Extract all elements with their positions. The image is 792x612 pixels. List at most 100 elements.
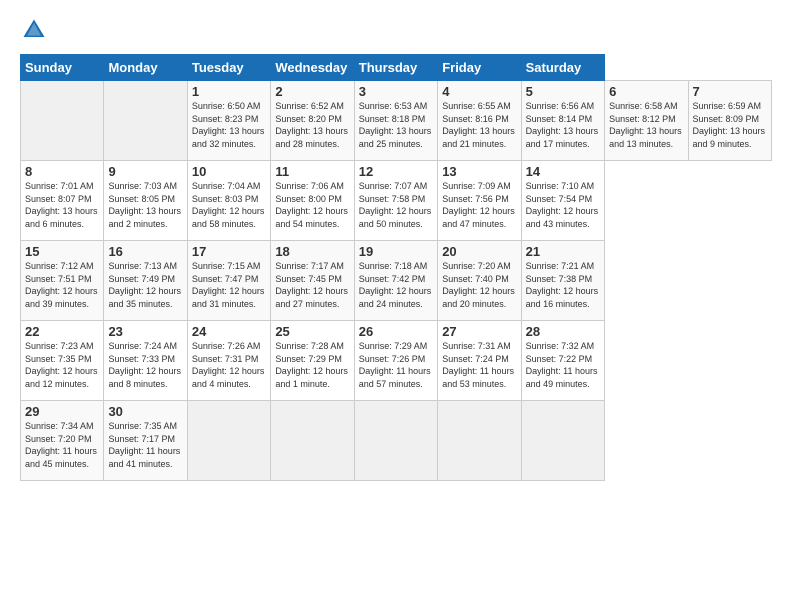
empty-cell [354,401,437,481]
day-cell-28: 28 Sunrise: 7:32 AMSunset: 7:22 PMDayligh… [521,321,604,401]
logo [20,16,52,44]
day-header-thursday: Thursday [354,55,437,81]
day-number: 1 [192,84,266,99]
day-number: 17 [192,244,266,259]
day-cell-6: 6 Sunrise: 6:58 AMSunset: 8:12 PMDaylight… [605,81,688,161]
day-cell-30: 30 Sunrise: 7:35 AMSunset: 7:17 PMDayligh… [104,401,187,481]
day-cell-27: 27 Sunrise: 7:31 AMSunset: 7:24 PMDayligh… [438,321,521,401]
day-number: 15 [25,244,99,259]
day-number: 7 [693,84,768,99]
day-number: 16 [108,244,182,259]
day-info: Sunrise: 7:18 AMSunset: 7:42 PMDaylight:… [359,261,432,309]
week-row-5: 29Sunrise: 7:34 AMSunset: 7:20 PMDayligh… [21,401,772,481]
day-number: 6 [609,84,683,99]
day-info: Sunrise: 7:26 AMSunset: 7:31 PMDaylight:… [192,341,265,389]
day-cell-8: 8Sunrise: 7:01 AMSunset: 8:07 PMDaylight… [21,161,104,241]
day-cell-9: 9 Sunrise: 7:03 AMSunset: 8:05 PMDaylight… [104,161,187,241]
day-info: Sunrise: 7:23 AMSunset: 7:35 PMDaylight:… [25,341,98,389]
day-cell-20: 20Sunrise: 7:20 AMSunset: 7:40 PMDayligh… [438,241,521,321]
day-cell-23: 23Sunrise: 7:24 AMSunset: 7:33 PMDayligh… [104,321,187,401]
day-info: Sunrise: 7:17 AMSunset: 7:45 PMDaylight:… [275,261,348,309]
day-cell-18: 18 Sunrise: 7:17 AMSunset: 7:45 PMDayligh… [271,241,354,321]
day-info: Sunrise: 7:06 AMSunset: 8:00 PMDaylight:… [275,181,348,229]
day-number: 30 [108,404,182,419]
day-info: Sunrise: 7:35 AMSunset: 7:17 PMDaylight:… [108,421,180,469]
day-cell-2: 2 Sunrise: 6:52 AMSunset: 8:20 PMDaylight… [271,81,354,161]
day-cell-29: 29Sunrise: 7:34 AMSunset: 7:20 PMDayligh… [21,401,104,481]
header [20,16,772,44]
empty-cell [271,401,354,481]
day-info: Sunrise: 7:31 AMSunset: 7:24 PMDaylight:… [442,341,514,389]
day-cell-15: 15 Sunrise: 7:12 AMSunset: 7:51 PMDayligh… [21,241,104,321]
day-cell-19: 19 Sunrise: 7:18 AMSunset: 7:42 PMDayligh… [354,241,437,321]
week-row-4: 22 Sunrise: 7:23 AMSunset: 7:35 PMDayligh… [21,321,772,401]
day-header-sunday: Sunday [21,55,104,81]
day-header-saturday: Saturday [521,55,604,81]
day-info: Sunrise: 6:59 AMSunset: 8:09 PMDaylight:… [693,101,766,149]
day-cell-12: 12 Sunrise: 7:07 AMSunset: 7:58 PMDayligh… [354,161,437,241]
day-cell-22: 22 Sunrise: 7:23 AMSunset: 7:35 PMDayligh… [21,321,104,401]
day-info: Sunrise: 6:52 AMSunset: 8:20 PMDaylight:… [275,101,348,149]
day-header-wednesday: Wednesday [271,55,354,81]
day-cell-4: 4 Sunrise: 6:55 AMSunset: 8:16 PMDaylight… [438,81,521,161]
day-cell-11: 11 Sunrise: 7:06 AMSunset: 8:00 PMDayligh… [271,161,354,241]
day-cell-10: 10Sunrise: 7:04 AMSunset: 8:03 PMDayligh… [187,161,270,241]
day-number: 28 [526,324,600,339]
day-cell-17: 17 Sunrise: 7:15 AMSunset: 7:47 PMDayligh… [187,241,270,321]
day-number: 11 [275,164,349,179]
day-info: Sunrise: 7:07 AMSunset: 7:58 PMDaylight:… [359,181,432,229]
day-number: 18 [275,244,349,259]
day-info: Sunrise: 7:13 AMSunset: 7:49 PMDaylight:… [108,261,181,309]
day-info: Sunrise: 7:03 AMSunset: 8:05 PMDaylight:… [108,181,181,229]
day-cell-25: 25Sunrise: 7:28 AMSunset: 7:29 PMDayligh… [271,321,354,401]
day-info: Sunrise: 7:21 AMSunset: 7:38 PMDaylight:… [526,261,599,309]
day-cell-13: 13 Sunrise: 7:09 AMSunset: 7:56 PMDayligh… [438,161,521,241]
day-info: Sunrise: 7:12 AMSunset: 7:51 PMDaylight:… [25,261,98,309]
day-number: 21 [526,244,600,259]
day-info: Sunrise: 7:24 AMSunset: 7:33 PMDaylight:… [108,341,181,389]
day-cell-24: 24 Sunrise: 7:26 AMSunset: 7:31 PMDayligh… [187,321,270,401]
day-info: Sunrise: 7:29 AMSunset: 7:26 PMDaylight:… [359,341,431,389]
day-number: 3 [359,84,433,99]
calendar-page: SundayMondayTuesdayWednesdayThursdayFrid… [0,0,792,491]
day-number: 2 [275,84,349,99]
day-number: 25 [275,324,349,339]
day-info: Sunrise: 6:55 AMSunset: 8:16 PMDaylight:… [442,101,515,149]
day-info: Sunrise: 7:04 AMSunset: 8:03 PMDaylight:… [192,181,265,229]
day-cell-5: 5 Sunrise: 6:56 AMSunset: 8:14 PMDaylight… [521,81,604,161]
day-number: 22 [25,324,99,339]
day-header-friday: Friday [438,55,521,81]
empty-cell [438,401,521,481]
day-number: 8 [25,164,99,179]
logo-icon [20,16,48,44]
day-cell-7: 7 Sunrise: 6:59 AMSunset: 8:09 PMDaylight… [688,81,772,161]
day-info: Sunrise: 7:09 AMSunset: 7:56 PMDaylight:… [442,181,515,229]
day-info: Sunrise: 7:15 AMSunset: 7:47 PMDaylight:… [192,261,265,309]
calendar-table: SundayMondayTuesdayWednesdayThursdayFrid… [20,54,772,481]
week-row-1: 1 Sunrise: 6:50 AMSunset: 8:23 PMDaylight… [21,81,772,161]
day-number: 19 [359,244,433,259]
day-number: 9 [108,164,182,179]
day-number: 14 [526,164,600,179]
day-number: 20 [442,244,516,259]
day-info: Sunrise: 7:32 AMSunset: 7:22 PMDaylight:… [526,341,598,389]
day-number: 13 [442,164,516,179]
day-info: Sunrise: 6:56 AMSunset: 8:14 PMDaylight:… [526,101,599,149]
day-cell-21: 21 Sunrise: 7:21 AMSunset: 7:38 PMDayligh… [521,241,604,321]
day-number: 4 [442,84,516,99]
day-info: Sunrise: 6:58 AMSunset: 8:12 PMDaylight:… [609,101,682,149]
day-info: Sunrise: 6:50 AMSunset: 8:23 PMDaylight:… [192,101,265,149]
day-info: Sunrise: 6:53 AMSunset: 8:18 PMDaylight:… [359,101,432,149]
day-cell-3: 3 Sunrise: 6:53 AMSunset: 8:18 PMDaylight… [354,81,437,161]
day-number: 27 [442,324,516,339]
day-cell-16: 16 Sunrise: 7:13 AMSunset: 7:49 PMDayligh… [104,241,187,321]
day-number: 12 [359,164,433,179]
empty-cell [187,401,270,481]
day-header-monday: Monday [104,55,187,81]
day-cell-14: 14Sunrise: 7:10 AMSunset: 7:54 PMDayligh… [521,161,604,241]
days-header-row: SundayMondayTuesdayWednesdayThursdayFrid… [21,55,772,81]
week-row-2: 8Sunrise: 7:01 AMSunset: 8:07 PMDaylight… [21,161,772,241]
day-number: 26 [359,324,433,339]
day-number: 5 [526,84,600,99]
day-number: 24 [192,324,266,339]
